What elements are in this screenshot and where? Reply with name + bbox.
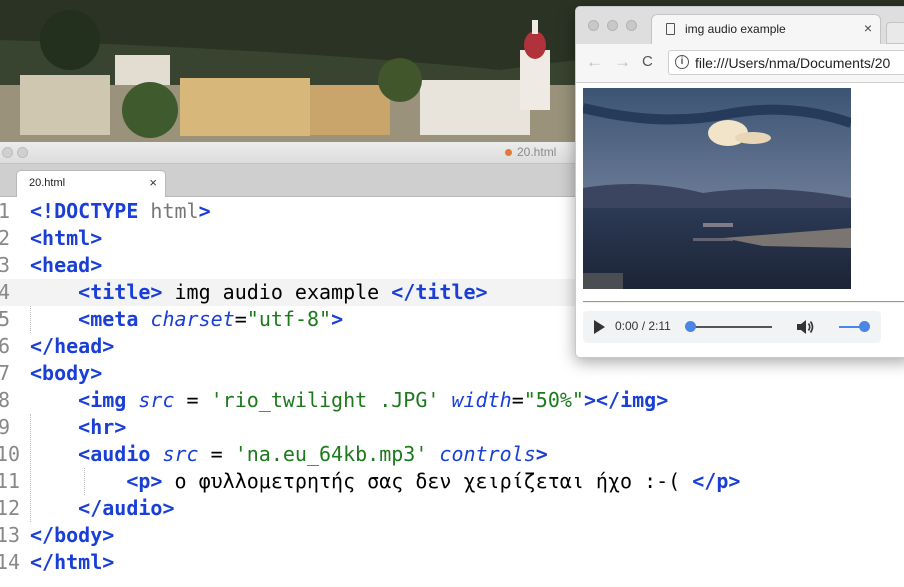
- close-icon[interactable]: ×: [149, 175, 157, 190]
- progress-slider-thumb[interactable]: [685, 321, 696, 332]
- maximize-window-button[interactable]: [626, 20, 637, 31]
- audio-player: 0:00 / 2:11: [583, 311, 881, 343]
- close-window-button[interactable]: [588, 20, 599, 31]
- code-text: <audio src = 'na.eu_64kb.mp3' controls>: [78, 442, 548, 466]
- minimize-window-button[interactable]: [17, 147, 28, 158]
- browser-toolbar: ← → C i file:///Users/nma/Documents/20: [576, 44, 904, 83]
- editor-tab-label: 20.html: [29, 177, 66, 189]
- new-tab-button[interactable]: [886, 22, 904, 44]
- code-text: <body>: [30, 361, 103, 385]
- line-number: 12: [0, 496, 21, 520]
- line-number: 10: [0, 442, 21, 466]
- code-text: <meta charset="utf-8">: [78, 307, 344, 331]
- forward-arrow-icon[interactable]: →: [614, 52, 631, 72]
- code-text: </head>: [30, 334, 115, 358]
- twilight-photo: [583, 88, 851, 289]
- close-window-button[interactable]: [2, 147, 13, 158]
- line-number: 6: [0, 334, 10, 358]
- volume-slider-thumb[interactable]: [859, 321, 870, 332]
- code-line[interactable]: 13 </body>: [0, 522, 904, 549]
- play-icon[interactable]: [594, 320, 605, 334]
- code-line[interactable]: 11 <p> ο φυλλομετρητής σας δεν χειρίζετα…: [0, 468, 904, 495]
- code-line[interactable]: 12 </audio>: [0, 495, 904, 522]
- page-icon: [666, 23, 675, 35]
- line-number: 4: [0, 280, 10, 304]
- address-bar[interactable]: i file:///Users/nma/Documents/20: [668, 50, 904, 75]
- line-number: 14: [0, 550, 21, 574]
- line-number: 13: [0, 523, 21, 547]
- code-line[interactable]: 7 <body>: [0, 360, 904, 387]
- audio-time: 0:00 / 2:11: [615, 319, 671, 333]
- editor-tab[interactable]: 20.html ×: [16, 170, 166, 197]
- code-text: </body>: [30, 523, 115, 547]
- code-line[interactable]: 9 <hr>: [0, 414, 904, 441]
- line-number: 1: [0, 199, 10, 223]
- line-number: 11: [0, 469, 21, 493]
- editor-window-title-text: 20.html: [517, 145, 557, 159]
- line-number: 9: [0, 415, 10, 439]
- code-text: <hr>: [78, 415, 127, 439]
- line-number: 8: [0, 388, 10, 412]
- reload-icon[interactable]: C: [642, 53, 653, 70]
- code-text: <title> img audio example </title>: [78, 280, 488, 304]
- editor-window-title: 20.html: [505, 145, 556, 159]
- line-number: 3: [0, 253, 10, 277]
- browser-window: img audio example × ← → C i file:///User…: [575, 6, 904, 358]
- info-icon[interactable]: i: [675, 55, 689, 69]
- back-arrow-icon[interactable]: ←: [586, 52, 603, 72]
- horizontal-rule: [583, 301, 904, 303]
- url-text: file:///Users/nma/Documents/20: [695, 55, 891, 71]
- code-text: </html>: [30, 550, 115, 574]
- minimize-window-button[interactable]: [607, 20, 618, 31]
- line-number: 2: [0, 226, 10, 250]
- code-text: <!DOCTYPE html>: [30, 199, 211, 223]
- close-icon[interactable]: ×: [864, 20, 872, 36]
- code-text: <head>: [30, 253, 103, 277]
- browser-tab-title: img audio example: [685, 22, 786, 36]
- code-text: <html>: [30, 226, 103, 250]
- file-icon: [505, 149, 512, 156]
- volume-icon[interactable]: [795, 318, 815, 336]
- code-line[interactable]: 14 </html>: [0, 549, 904, 576]
- code-text: </audio>: [78, 496, 175, 520]
- code-line[interactable]: 8 <img src = 'rio_twilight .JPG' width="…: [0, 387, 904, 414]
- browser-tabstrip: img audio example ×: [576, 7, 904, 44]
- line-number: 7: [0, 361, 10, 385]
- code-text: <img src = 'rio_twilight .JPG' width="50…: [78, 388, 669, 412]
- code-text: <p> ο φυλλομετρητής σας δεν χειρίζεται ή…: [126, 469, 741, 493]
- progress-track[interactable]: [690, 326, 772, 328]
- code-line[interactable]: 10 <audio src = 'na.eu_64kb.mp3' control…: [0, 441, 904, 468]
- page-content: 0:00 / 2:11: [576, 83, 904, 357]
- line-number: 5: [0, 307, 10, 331]
- browser-tab[interactable]: img audio example ×: [651, 14, 881, 44]
